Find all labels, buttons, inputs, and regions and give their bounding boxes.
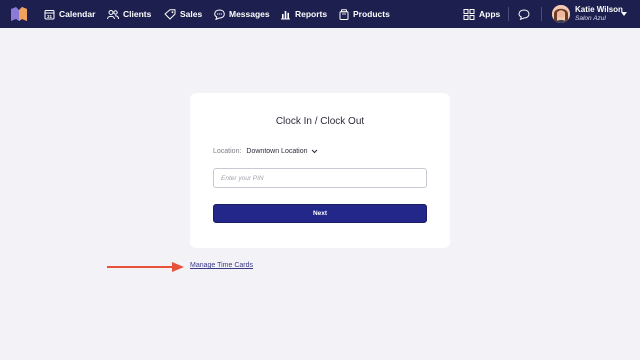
chat-bubble-icon <box>518 8 530 20</box>
nav-calendar[interactable]: 31 Calendar <box>44 0 95 28</box>
avatar-image <box>552 5 570 23</box>
chevron-down-icon <box>311 149 317 154</box>
user-name: Katie Wilson <box>575 5 623 14</box>
user-menu[interactable]: Katie Wilson Salon Azul <box>575 6 623 23</box>
nav-reports[interactable]: Reports <box>280 0 327 28</box>
nav-reports-label: Reports <box>295 9 328 19</box>
nav-apps[interactable]: Apps <box>463 0 500 28</box>
nav-products[interactable]: Products <box>339 0 390 28</box>
nav-clients-label: Clients <box>123 9 152 19</box>
card-title: Clock In / Clock Out <box>275 116 365 127</box>
logo-icon[interactable] <box>11 7 27 21</box>
message-icon <box>214 8 225 20</box>
pin-input[interactable] <box>213 168 427 188</box>
nav-products-label: Products <box>353 9 390 19</box>
reports-icon <box>281 10 290 19</box>
chat-button[interactable] <box>518 0 534 28</box>
manage-time-cards-link[interactable]: Manage Time Cards <box>190 262 253 269</box>
products-icon <box>339 8 349 20</box>
svg-text:31: 31 <box>47 14 53 19</box>
business-name: Salon Azul <box>575 15 606 22</box>
tag-icon <box>164 8 176 19</box>
next-button[interactable]: Next <box>213 204 427 223</box>
nav-sales[interactable]: Sales <box>164 0 202 28</box>
nav-apps-label: Apps <box>479 9 501 19</box>
nav-messages[interactable]: Messages <box>214 0 270 28</box>
clock-card: Clock In / Clock Out Location: Downtown … <box>190 93 450 248</box>
nav-sales-label: Sales <box>180 9 203 19</box>
nav-calendar-label: Calendar <box>59 9 96 19</box>
nav-messages-label: Messages <box>229 9 270 19</box>
location-select[interactable]: Downtown Location <box>246 148 317 155</box>
location-row: Location: Downtown Location <box>213 148 318 155</box>
annotation-arrow-icon <box>107 262 184 272</box>
apps-grid-icon <box>463 8 475 20</box>
clients-icon <box>107 9 119 19</box>
location-label: Location: <box>213 148 242 155</box>
location-value: Downtown Location <box>246 148 308 155</box>
calendar-icon: 31 <box>44 9 55 19</box>
nav-divider <box>508 7 509 21</box>
nav-clients[interactable]: Clients <box>107 0 151 28</box>
nav-divider <box>541 7 542 21</box>
top-nav: 31 Calendar Clients Sales Messages Repor… <box>0 0 640 28</box>
avatar[interactable] <box>552 5 570 23</box>
caret-down-icon[interactable] <box>621 12 627 16</box>
